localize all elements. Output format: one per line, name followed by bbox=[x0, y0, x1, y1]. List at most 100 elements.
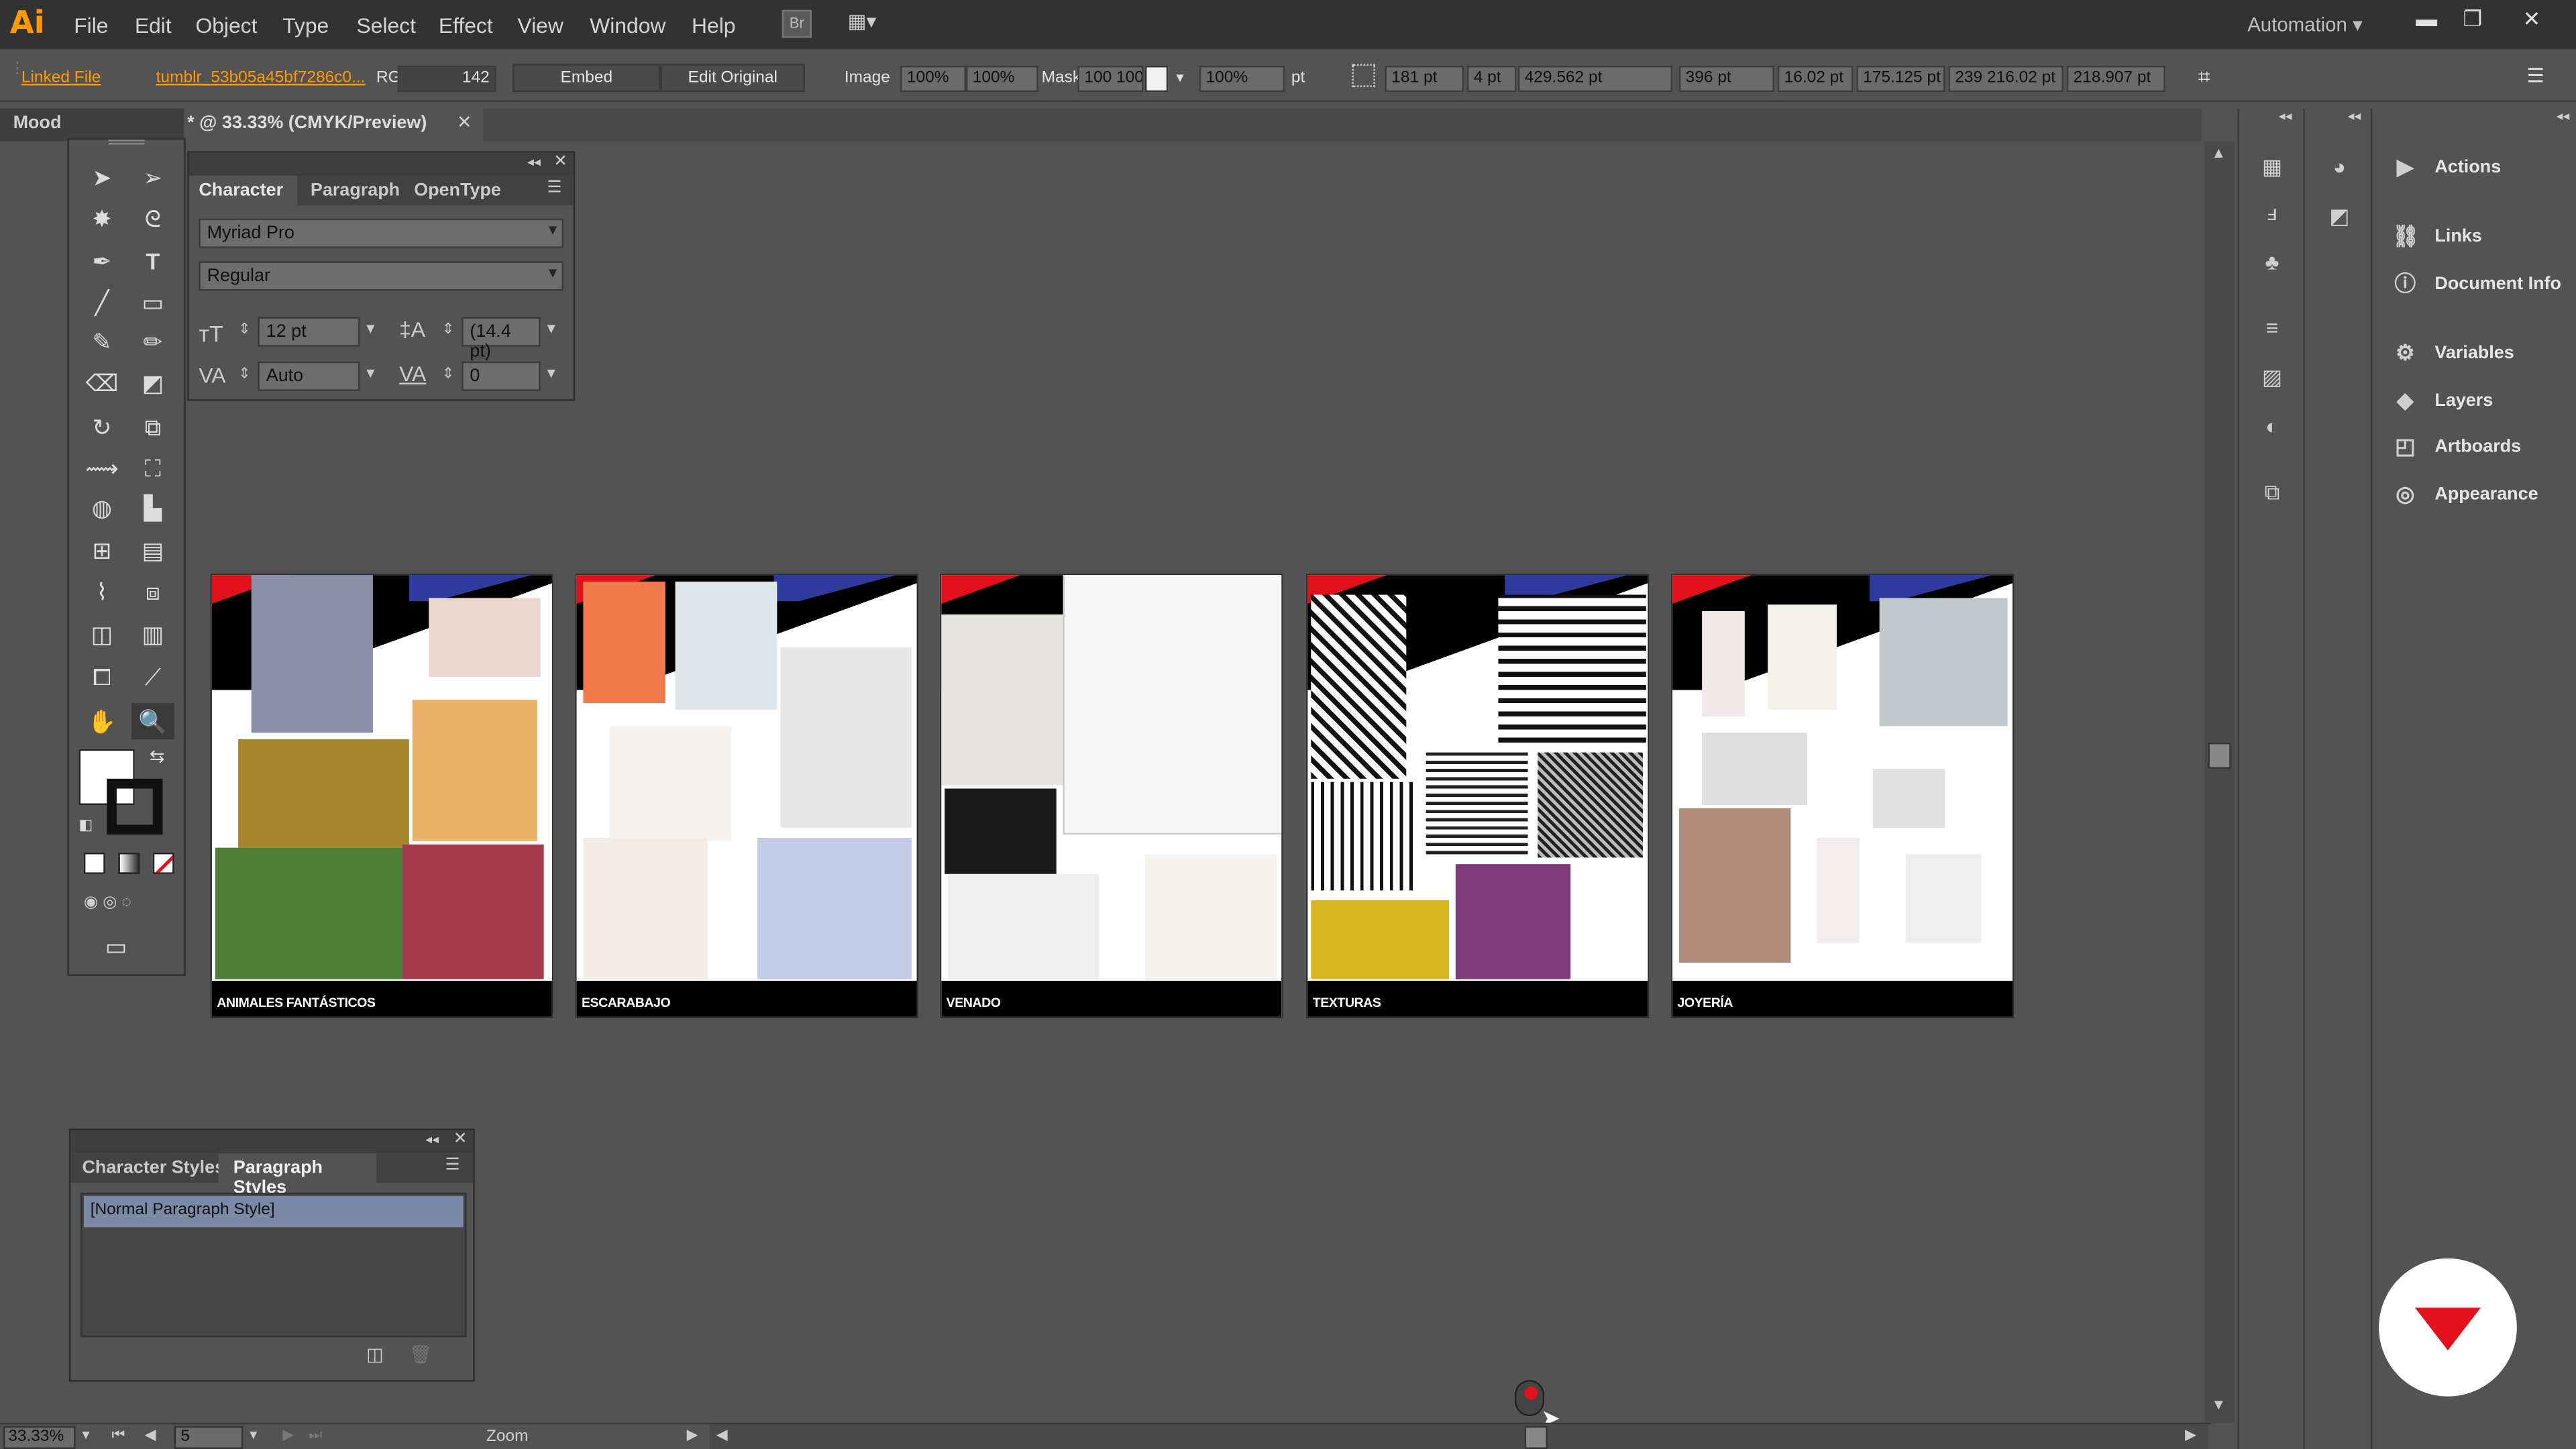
last-artboard-icon[interactable]: ⏭ bbox=[309, 1426, 322, 1444]
status-menu-icon[interactable]: ▶ bbox=[687, 1426, 698, 1444]
horizontal-scrollbar[interactable]: ◀ ▶ bbox=[709, 1424, 2208, 1449]
menu-select[interactable]: Select bbox=[356, 13, 416, 38]
scroll-right-icon[interactable]: ▶ bbox=[2185, 1426, 2196, 1444]
arrange-documents-icon[interactable]: ▦▾ bbox=[848, 10, 897, 38]
slice-tool-icon[interactable]: ⟋ bbox=[131, 659, 174, 695]
rectangle-tool-icon[interactable]: ▭ bbox=[131, 284, 174, 321]
zoom-tool-icon[interactable]: 🔍 bbox=[131, 703, 174, 740]
tab-character-styles[interactable]: Character Styles bbox=[82, 1159, 225, 1178]
artboard-dropdown-icon[interactable]: ▾ bbox=[250, 1426, 257, 1444]
panel-menu-icon[interactable]: ☰ bbox=[547, 179, 562, 197]
mesh-tool-icon[interactable]: ⊞ bbox=[80, 532, 123, 568]
pen-tool-icon[interactable]: ✒ bbox=[80, 243, 123, 279]
font-family-dropdown[interactable]: Myriad Pro ▾ bbox=[199, 218, 564, 248]
symbols-icon[interactable]: ♣ bbox=[2247, 243, 2296, 282]
menu-effect[interactable]: Effect bbox=[439, 13, 493, 38]
line-tool-icon[interactable]: ╱ bbox=[80, 284, 123, 321]
collapse-panel-icon[interactable]: ◂◂ bbox=[527, 154, 541, 169]
vertical-scrollbar[interactable]: ▲ ▼ bbox=[2204, 141, 2235, 1423]
blob-brush-tool-icon[interactable]: ⌫ bbox=[80, 365, 123, 401]
reference-point-icon[interactable] bbox=[1352, 64, 1375, 87]
gradient-tool-icon[interactable]: ▤ bbox=[131, 532, 174, 568]
edit-original-button[interactable]: Edit Original bbox=[660, 64, 805, 93]
embed-button[interactable]: Embed bbox=[513, 64, 661, 93]
linked-file-link[interactable]: Linked File bbox=[21, 69, 101, 87]
lasso-tool-icon[interactable]: ᘓ bbox=[131, 201, 174, 237]
mask-swatch[interactable] bbox=[1144, 65, 1169, 93]
menu-window[interactable]: Window bbox=[590, 13, 665, 38]
menu-object[interactable]: Object bbox=[195, 13, 257, 38]
tracking-dropdown-icon[interactable]: ▾ bbox=[547, 365, 555, 383]
image-scale-2[interactable]: 100% bbox=[966, 65, 1038, 93]
screen-mode-icon[interactable]: ▭ bbox=[105, 933, 127, 961]
leading-field[interactable]: (14.4 pt) bbox=[462, 317, 541, 362]
tracking-stepper-icon[interactable]: ⇕ bbox=[442, 365, 454, 383]
selection-tool-icon[interactable]: ➤ bbox=[80, 160, 123, 196]
first-artboard-icon[interactable]: ⏮ bbox=[112, 1426, 125, 1444]
transparency-icon[interactable]: ◐ bbox=[2247, 407, 2296, 447]
mask-dropdown-icon[interactable]: ▾ bbox=[1176, 69, 1183, 87]
artboard-tool-icon[interactable]: ⧠ bbox=[80, 659, 123, 695]
tab-opentype[interactable]: OpenType bbox=[414, 180, 501, 200]
menu-type[interactable]: Type bbox=[282, 13, 329, 38]
leading-stepper-icon[interactable]: ⇕ bbox=[442, 321, 454, 339]
extra-field-3[interactable]: 239 216.02 pt bbox=[1948, 65, 2063, 93]
gradient-icon[interactable]: ▨ bbox=[2247, 358, 2296, 398]
restore-icon[interactable]: ❐ bbox=[2455, 7, 2491, 36]
artboard-venado[interactable]: VENADO bbox=[939, 573, 1283, 1019]
font-style-dropdown[interactable]: Regular ▾ bbox=[199, 261, 564, 291]
stroke-swatch[interactable] bbox=[107, 778, 163, 835]
tab-paragraph-styles[interactable]: Paragraph Styles bbox=[218, 1153, 376, 1197]
kerning-stepper-icon[interactable]: ⇕ bbox=[238, 365, 250, 383]
collapse-dock-icon[interactable]: ◂◂ bbox=[2557, 109, 2570, 123]
kerning-dropdown-icon[interactable]: ▾ bbox=[366, 365, 374, 383]
scroll-left-icon[interactable]: ◀ bbox=[716, 1426, 728, 1444]
eraser-tool-icon[interactable]: ◩ bbox=[131, 365, 174, 401]
size-stepper-icon[interactable]: ⇕ bbox=[238, 321, 250, 339]
width-tool-icon[interactable]: ⟿ bbox=[80, 450, 123, 486]
collapse-panel-icon[interactable]: ◂◂ bbox=[425, 1132, 439, 1146]
doc-tab-mood[interactable]: Mood bbox=[0, 108, 184, 142]
toolbox-grip[interactable] bbox=[108, 140, 145, 145]
close-panel-icon[interactable]: ✕ bbox=[453, 1130, 468, 1148]
tab-character[interactable]: Character bbox=[189, 176, 298, 206]
mask-field[interactable]: 100 100 bbox=[1077, 65, 1144, 93]
y-field[interactable]: 4 pt bbox=[1466, 65, 1517, 93]
menu-help[interactable]: Help bbox=[692, 13, 736, 38]
panel-artboards[interactable]: ◰ Artboards bbox=[2382, 431, 2573, 470]
prev-artboard-icon[interactable]: ◀ bbox=[145, 1426, 156, 1444]
style-item-normal[interactable]: [Normal Paragraph Style] bbox=[83, 1195, 464, 1228]
color-guide-icon[interactable]: ◕ bbox=[2315, 148, 2364, 187]
column-graph-tool-icon[interactable]: ▥ bbox=[131, 616, 174, 652]
next-artboard-icon[interactable]: ▶ bbox=[282, 1426, 294, 1444]
extra-field-4[interactable]: 218.907 pt bbox=[2066, 65, 2165, 93]
default-colors-icon[interactable]: ◧ bbox=[79, 816, 93, 835]
color-mode-icon[interactable] bbox=[83, 853, 105, 874]
menu-edit[interactable]: Edit bbox=[135, 13, 172, 38]
menu-view[interactable]: View bbox=[517, 13, 563, 38]
control-menu-icon[interactable]: ☰ bbox=[2527, 64, 2544, 87]
tab-paragraph[interactable]: Paragraph bbox=[311, 180, 400, 200]
scroll-down-icon[interactable]: ▼ bbox=[2211, 1397, 2226, 1413]
close-panel-icon[interactable]: ✕ bbox=[553, 153, 568, 171]
symbol-sprayer-tool-icon[interactable]: ◫ bbox=[80, 616, 123, 652]
direct-selection-tool-icon[interactable]: ➢ bbox=[131, 160, 174, 196]
free-transform-tool-icon[interactable]: ⛶ bbox=[131, 450, 174, 486]
delete-style-icon[interactable]: 🗑 bbox=[409, 1344, 432, 1365]
pencil-tool-icon[interactable]: ✏ bbox=[131, 323, 174, 360]
character-panel-header[interactable]: ◂◂ ✕ bbox=[189, 152, 574, 176]
artboard-texturas[interactable]: TEXTURAS bbox=[1305, 573, 1650, 1019]
image-scale-1[interactable]: 100% bbox=[900, 65, 966, 93]
opacity-field[interactable]: 100% bbox=[1199, 65, 1285, 93]
none-mode-icon[interactable] bbox=[152, 853, 174, 874]
leading-dropdown-icon[interactable]: ▾ bbox=[547, 321, 555, 339]
artboard-joyeria[interactable]: JOYERÍA bbox=[1670, 573, 2015, 1019]
paintbrush-tool-icon[interactable]: ✎ bbox=[80, 323, 123, 360]
height-field[interactable]: 396 pt bbox=[1678, 65, 1774, 93]
magic-wand-tool-icon[interactable]: ✸ bbox=[80, 201, 123, 237]
panel-menu-icon[interactable]: ☰ bbox=[445, 1157, 460, 1175]
h-scroll-thumb[interactable] bbox=[1524, 1426, 1548, 1449]
artboard-animales[interactable]: ANIMALES FANTÁSTICOS bbox=[210, 573, 554, 1019]
panel-variables[interactable]: ⚙ Variables bbox=[2382, 337, 2573, 376]
new-style-icon[interactable]: ◫ bbox=[366, 1344, 383, 1365]
